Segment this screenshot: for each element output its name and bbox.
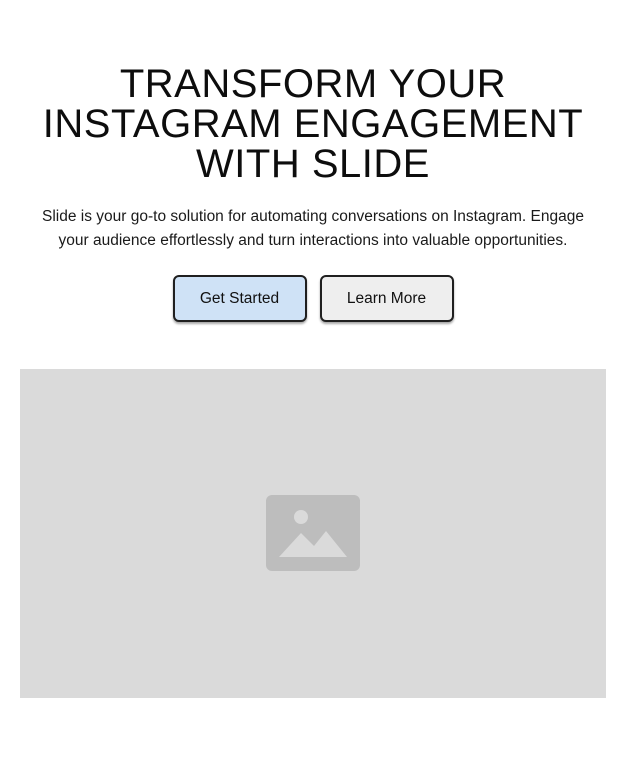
headline-line-2: INSTAGRAM ENGAGEMENT (42, 102, 584, 146)
hero-headline: TRANSFORM YOUR INSTAGRAM ENGAGEMENT WITH… (20, 64, 606, 184)
headline-line-3: WITH SLIDE (196, 142, 430, 186)
learn-more-button[interactable]: Learn More (319, 275, 454, 322)
description-line-2: your audience effortlessly and turn inte… (58, 232, 568, 249)
hero-image-placeholder (20, 369, 606, 698)
get-started-button[interactable]: Get Started (172, 275, 307, 322)
hero-description: Slide is your go-to solution for automat… (20, 205, 606, 253)
headline-line-1: TRANSFORM YOUR (119, 62, 507, 106)
hero-actions: Get Started Learn More (0, 275, 626, 322)
learn-more-label: Learn More (346, 289, 427, 307)
get-started-label: Get Started (199, 289, 280, 307)
image-placeholder-icon (266, 495, 360, 571)
description-line-1: Slide is your go-to solution for automat… (42, 208, 584, 225)
